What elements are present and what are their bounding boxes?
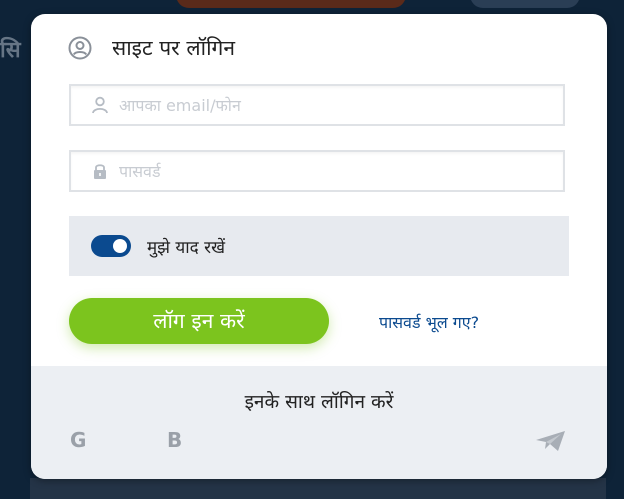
login-button[interactable]: लॉग इन करें xyxy=(69,298,329,344)
password-input[interactable] xyxy=(117,160,551,182)
modal-title: साइट पर लॉगिन xyxy=(112,36,235,60)
social-login-section: इनके साथ लॉगिन करें G B xyxy=(31,366,607,479)
modal-header: साइट पर लॉगिन xyxy=(68,34,235,62)
background-strip xyxy=(30,478,606,499)
background-pill xyxy=(470,0,580,8)
blogger-icon[interactable]: B xyxy=(167,428,182,452)
email-field[interactable] xyxy=(69,84,565,126)
lock-icon xyxy=(91,162,109,180)
login-modal: साइट पर लॉगिन मुझे याद रखें लॉग इन करें … xyxy=(31,14,607,479)
remember-me-label[interactable]: मुझे याद रखें xyxy=(147,235,225,258)
social-login-title: इनके साथ लॉगिन करें xyxy=(244,391,394,413)
background-text: सि xyxy=(0,38,21,63)
telegram-icon[interactable] xyxy=(535,430,567,452)
user-circle-icon xyxy=(68,36,92,60)
forgot-password-link[interactable]: पासवर्ड भूल गए? xyxy=(379,311,479,333)
user-icon xyxy=(91,96,109,114)
background-pill xyxy=(176,0,406,8)
remember-me-toggle[interactable] xyxy=(91,235,131,257)
password-field[interactable] xyxy=(69,150,565,192)
email-input[interactable] xyxy=(117,94,551,116)
toggle-knob xyxy=(113,239,127,253)
remember-me-row: मुझे याद रखें xyxy=(69,216,569,276)
google-icon[interactable]: G xyxy=(70,428,86,452)
